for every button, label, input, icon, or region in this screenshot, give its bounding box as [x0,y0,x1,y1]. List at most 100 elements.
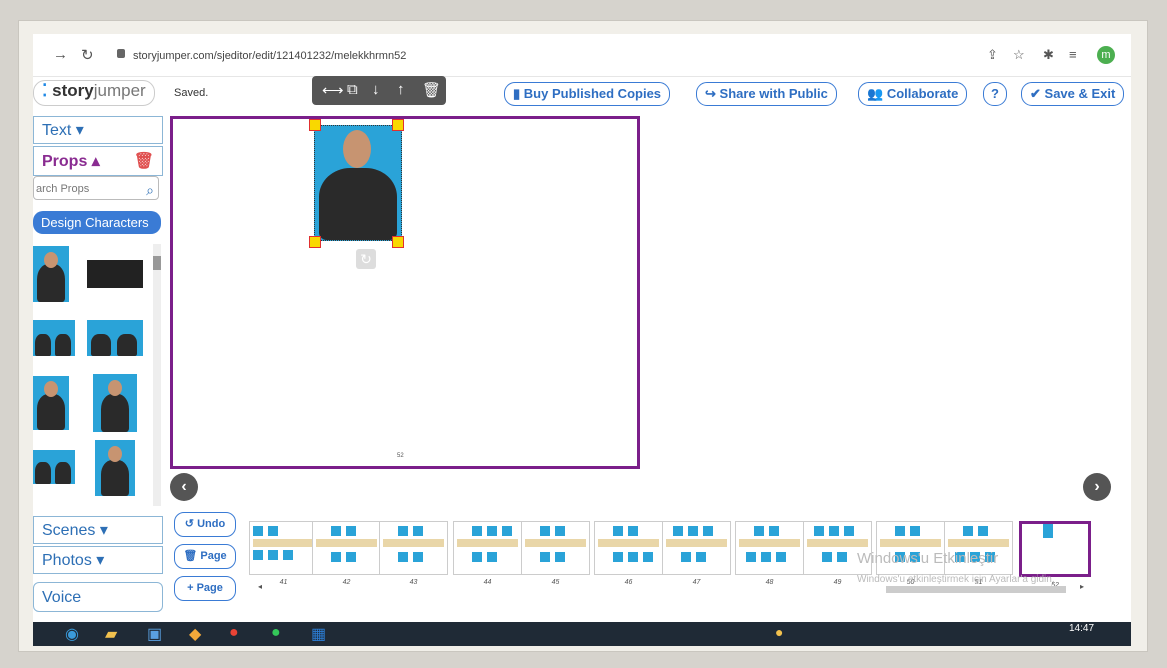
props-scrollbar[interactable] [153,244,161,506]
sidebar-photos[interactable]: Photos ▾ [33,546,163,574]
undo-label: Undo [197,518,226,530]
send-backward-icon[interactable]: ↓ [372,81,380,98]
prop-thumbnail[interactable] [87,320,143,356]
share-button[interactable]: ↪ Share with Public [696,82,837,106]
prop-thumbnail[interactable] [33,246,69,302]
rotate-icon[interactable]: ↻ [356,249,376,269]
address-bar[interactable]: storyjumper.com/sjeditor/edit/121401232/… [133,50,406,62]
collaborate-button[interactable]: 👥 Collaborate [858,82,968,106]
design-characters-button[interactable]: Design Characters [33,211,161,234]
help-button[interactable]: ? [983,82,1007,106]
page-thumbnail[interactable]: 45 [521,521,590,586]
sidebar-props-label: Props [42,153,88,170]
page-number: 44 [483,579,492,586]
flip-icon[interactable]: ⟷ [322,81,344,99]
delete-prop-icon[interactable]: 🗑 [134,147,154,177]
whatsapp-icon[interactable]: ● [271,624,281,642]
prop-thumbnail[interactable] [93,374,137,432]
reading-list-icon[interactable]: ≡ [1069,47,1077,62]
next-page-arrow-icon[interactable]: › [1083,473,1111,501]
lock-icon [117,49,125,58]
sidebar-text[interactable]: Text ▾ [33,116,163,144]
search-placeholder: arch Props [36,183,90,195]
prop-thumbnail[interactable] [33,450,75,484]
prop-thumbnail[interactable] [95,440,135,496]
taskbar-clock[interactable]: 14:47 [1069,623,1094,634]
sidebar-text-label: Text [42,122,72,139]
page-number: 47 [692,579,701,586]
add-page-button[interactable]: + Page [174,576,236,601]
page-thumbnail[interactable]: 47 [662,521,731,586]
chrome-icon[interactable]: ● [229,624,239,642]
page-thumbnail[interactable]: 46 [594,521,663,586]
prop-thumbnail[interactable] [33,320,75,356]
selected-prop-photo[interactable] [314,125,402,241]
duplicate-icon[interactable]: ⧉ [347,81,358,98]
resize-handle[interactable] [392,236,404,248]
buy-copies-button[interactable]: ▮ Buy Published Copies [504,82,671,106]
reload-icon[interactable]: ↻ [81,46,94,64]
page-number: 46 [624,579,633,586]
page-thumbnail[interactable]: 48 [735,521,804,586]
trash-icon[interactable]: 🗑 [422,81,441,99]
logo-dots-icon: ⁚ [42,81,48,100]
prop-thumbnail[interactable] [87,260,143,288]
prev-page-arrow-icon[interactable]: ‹ [170,473,198,501]
buy-copies-label: Buy Published Copies [523,86,662,101]
sidebar-scenes[interactable]: Scenes ▾ [33,516,163,544]
chevron-down-icon: ▾ [99,522,108,539]
props-grid [33,242,151,507]
canvas-page-number: 52 [397,453,404,459]
page-thumbnail-selected[interactable]: 52 [1019,521,1091,589]
chevron-down-icon: ▾ [75,122,84,139]
sidebar-props[interactable]: Props ▴ 🗑 [33,146,163,176]
trash-icon: 🗑 [183,550,198,562]
weather-icon[interactable]: ● [775,624,783,640]
page-thumbnail[interactable]: 44 [453,521,522,586]
help-label: ? [991,86,999,101]
undo-icon: ↺ [184,518,195,530]
plus-icon: + [187,582,194,594]
page-canvas[interactable]: ↻ 52 [170,116,640,469]
browser-toolbar: → ↻ storyjumper.com/sjeditor/edit/121401… [33,34,1131,77]
windows-activation-subtext: Windows'u etkinleştirmek için Ayarlar'a … [857,574,1055,585]
search-icon[interactable]: ⌕ [146,178,154,202]
edge-icon[interactable]: ◉ [65,624,79,644]
forward-icon[interactable]: → [53,46,68,63]
resize-handle[interactable] [392,119,404,131]
storyjumper-logo[interactable]: ⁚ storyjumper [33,80,155,106]
delete-page-label: Page [200,550,227,562]
page-strip-scrollbar[interactable]: ◂ ▸ [258,582,1088,594]
bookmark-star-icon[interactable]: ☆ [1013,47,1025,63]
scroll-left-icon[interactable]: ◂ [258,582,262,591]
page-thumbnail[interactable]: 41 [249,521,318,586]
extensions-icon[interactable]: ✱ [1043,47,1054,63]
chevron-up-icon: ▴ [91,153,100,170]
resize-handle[interactable] [309,236,321,248]
bring-forward-icon[interactable]: ↑ [397,81,405,98]
book-icon: ▮ [513,86,521,101]
props-search-input[interactable]: arch Props ⌕ [33,176,159,200]
photos-app-icon[interactable]: ◆ [189,624,201,644]
store-icon[interactable]: ▣ [147,624,162,644]
saved-status: Saved. [174,87,209,99]
share-page-icon[interactable]: ⇪ [987,47,998,63]
prop-toolbar: ⟷ ⧉ ↓ ↑ 🗑 [312,76,446,105]
undo-button[interactable]: ↺ Undo [174,512,236,537]
delete-page-button[interactable]: 🗑 Page [174,544,236,569]
page-thumbnail[interactable]: 42 [312,521,381,586]
save-exit-button[interactable]: ✔ Save & Exit [1021,82,1125,106]
word-icon[interactable]: ▦ [311,624,326,644]
page-thumbnail[interactable]: 43 [379,521,448,586]
resize-handle[interactable] [309,119,321,131]
folder-icon[interactable]: ▰ [105,624,117,644]
sidebar-voice[interactable]: Voice [33,582,163,612]
scroll-right-icon[interactable]: ▸ [1080,582,1084,591]
prop-thumbnail[interactable] [33,376,69,430]
screen: → ↻ storyjumper.com/sjeditor/edit/121401… [33,34,1131,646]
profile-avatar[interactable]: m [1097,46,1115,64]
scrollbar-thumb[interactable] [886,586,1066,593]
chevron-down-icon: ▾ [96,552,105,569]
sidebar: Text ▾ Props ▴ 🗑 arch Props ⌕ Design Cha… [33,116,165,636]
collaborate-label: Collaborate [886,86,959,101]
